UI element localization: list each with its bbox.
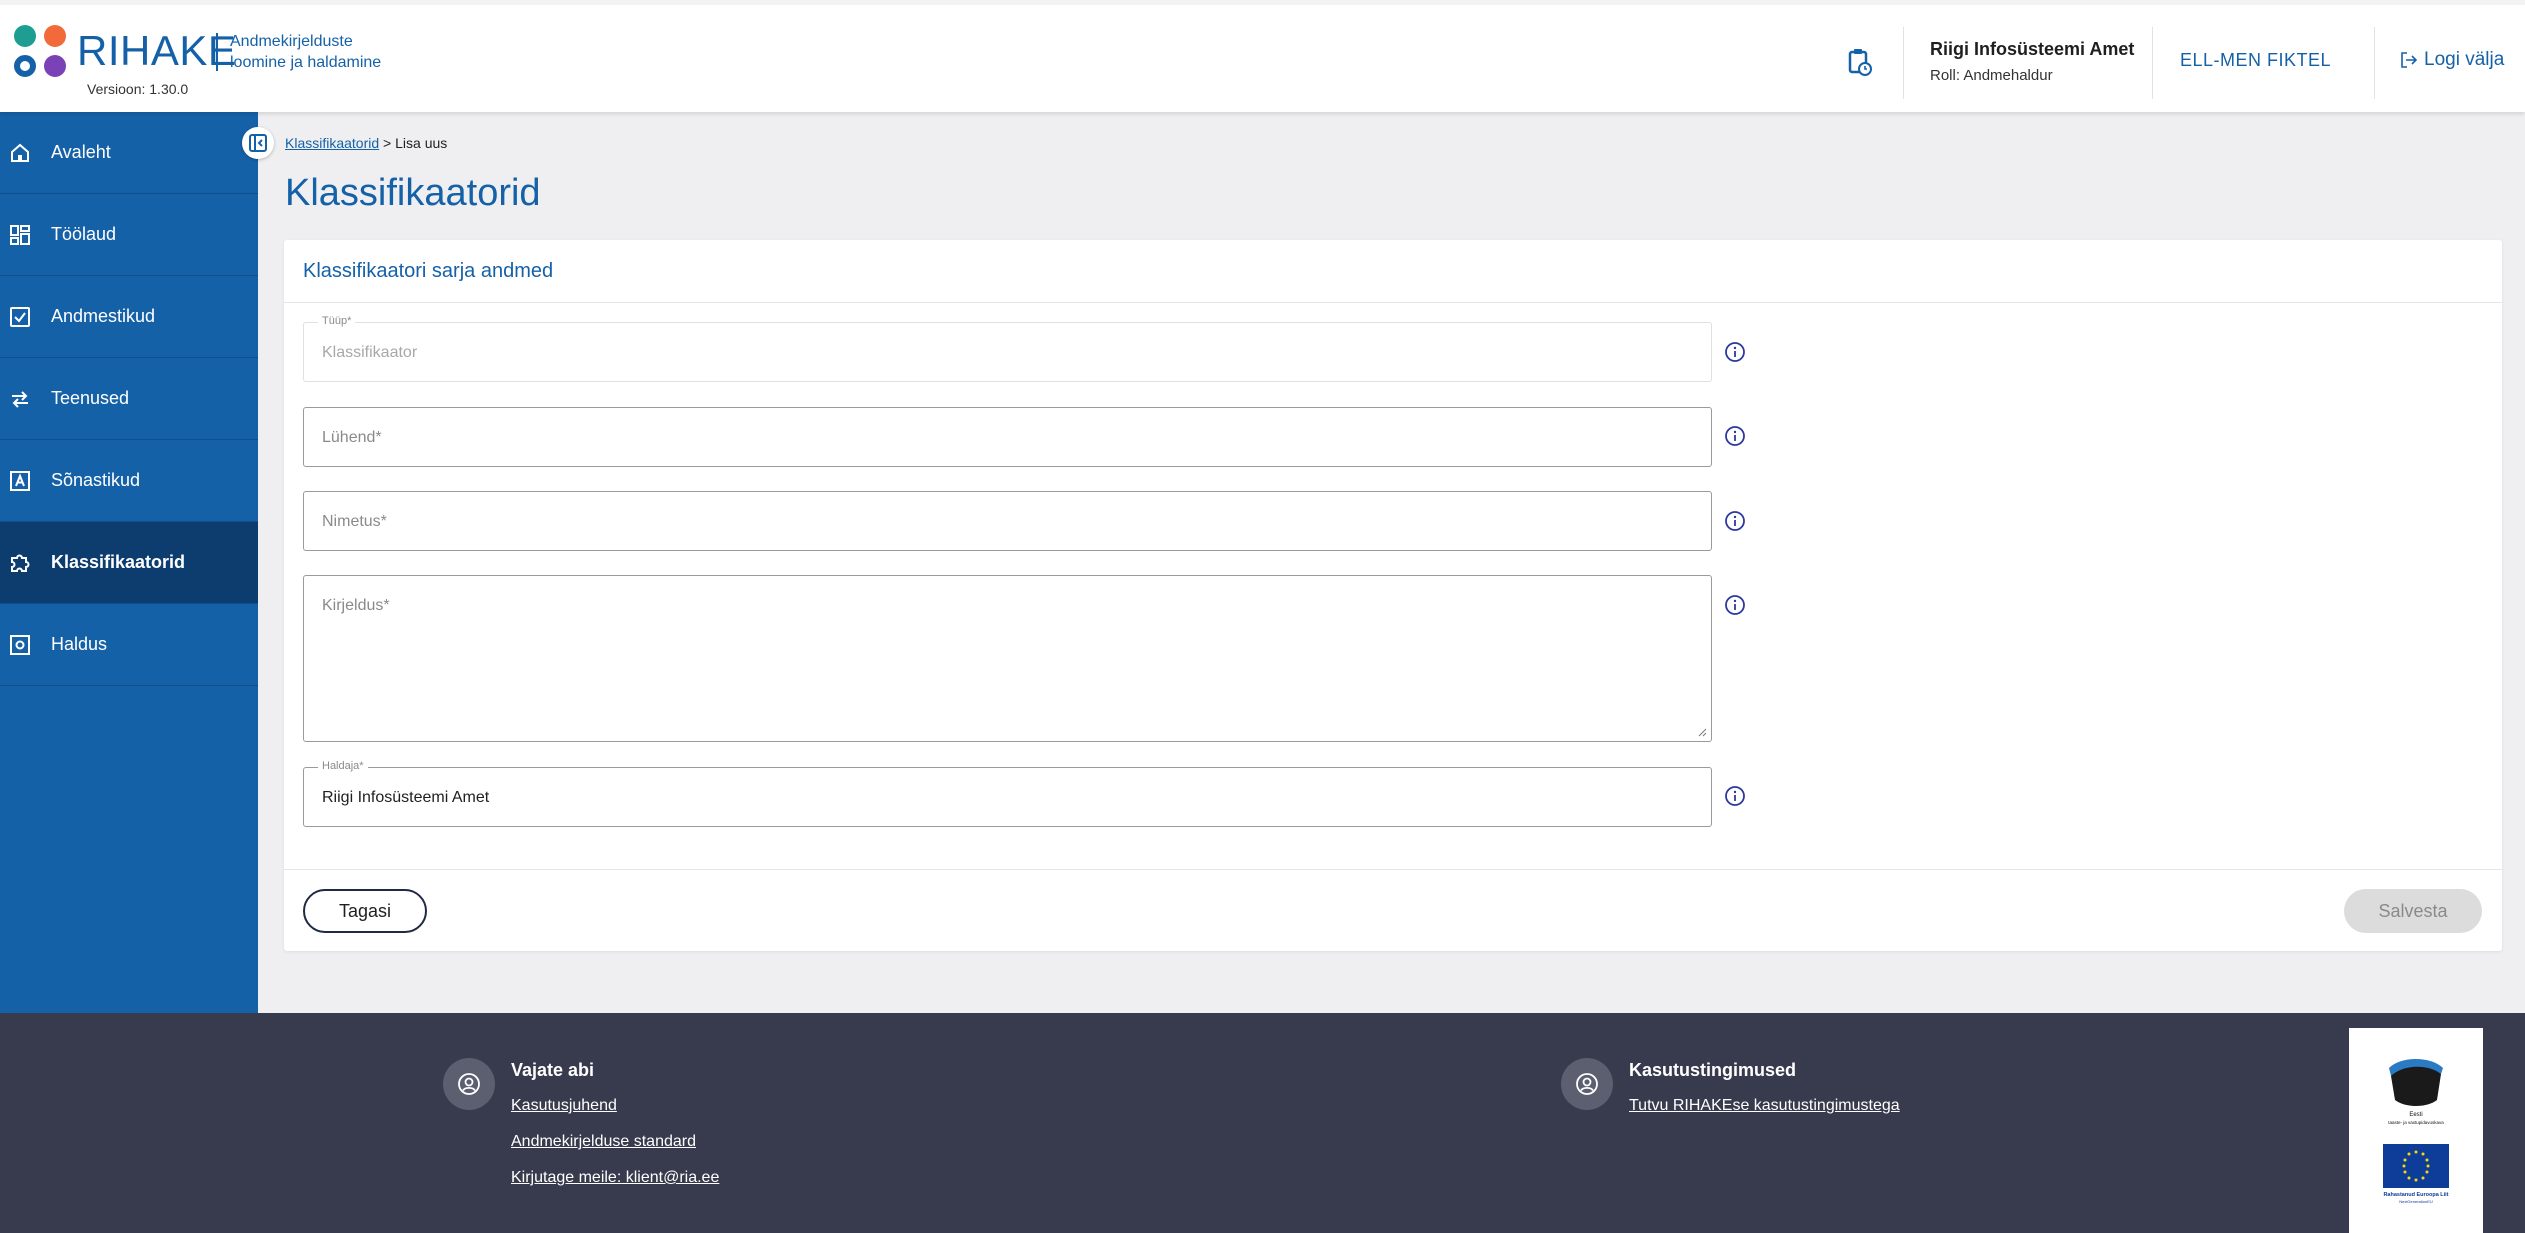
sidebar-item-label: Avaleht — [51, 142, 111, 162]
eu-logo-text-4: NextGenerationEU — [2399, 1199, 2433, 1204]
logo-divider — [216, 33, 218, 71]
abbreviation-placeholder: Lühend* — [322, 429, 382, 446]
top-header: RIHAKE Andmekirjelduste loomine ja halda… — [0, 0, 2525, 112]
user-circle-icon — [1561, 1058, 1613, 1110]
puzzle-icon — [11, 554, 30, 572]
recovery-plan-logo-icon: Eesti taaste- ja vastupidavuskava Rahast… — [2383, 1059, 2449, 1204]
eu-funding-logo: Eesti taaste- ja vastupidavuskava Rahast… — [2349, 1028, 2483, 1233]
header-divider — [2374, 27, 2375, 99]
logo-subtitle: Andmekirjelduste loomine ja haldamine — [230, 31, 410, 73]
description-textarea[interactable]: Kirjeldus* — [303, 575, 1712, 742]
divider — [284, 302, 2502, 303]
sidebar-item-klassifikaatorid[interactable]: Klassifikaatorid — [0, 522, 258, 604]
sidebar-item-label: Sõnastikud — [51, 470, 141, 490]
divider — [284, 869, 2502, 870]
info-icon[interactable] — [1724, 785, 1746, 807]
organization-name: Riigi Infosüsteemi Amet — [1930, 39, 2135, 59]
type-field-label: Tüüp* — [318, 315, 356, 327]
sidebar-item-avaleht[interactable]: Avaleht — [0, 112, 258, 194]
sidebar-item-toolaud[interactable]: Töölaud — [0, 194, 258, 276]
sidebar-item-andmestikud[interactable]: Andmestikud — [0, 276, 258, 358]
sidebar-item-label: Töölaud — [51, 224, 117, 244]
sidebar-item-haldus[interactable]: Haldus — [0, 604, 258, 686]
footer-link-email[interactable]: Kirjutage meile: klient@ria.ee — [511, 1169, 719, 1187]
clipboard-clock-icon[interactable] — [1848, 48, 1872, 76]
logo-subtitle-line-2: loomine ja haldamine — [230, 54, 382, 71]
footer-link-terms[interactable]: Tutvu RIHAKEse kasutustingimustega — [1629, 1097, 1900, 1115]
info-icon[interactable] — [1724, 510, 1746, 532]
sidebar-item-label: Andmestikud — [51, 306, 156, 326]
settings-box-icon — [10, 635, 30, 655]
logout-label: Logi välja — [2424, 49, 2505, 70]
version-label: Versioon: 1.30.0 — [87, 81, 189, 97]
eu-logo-text-2: taaste- ja vastupidavuskava — [2388, 1120, 2444, 1125]
info-icon[interactable] — [1724, 425, 1746, 447]
dictionary-icon — [10, 471, 30, 491]
user-circle-icon — [443, 1058, 495, 1110]
type-field-value: Klassifikaator — [322, 344, 418, 361]
sidebar-item-label: Klassifikaatorid — [51, 552, 186, 572]
sidebar-collapse-button[interactable] — [242, 127, 274, 159]
resize-handle-icon[interactable] — [1697, 727, 1707, 737]
breadcrumb-separator: > — [379, 135, 396, 151]
page-title: Klassifikaatorid — [285, 172, 541, 214]
sidebar-item-label: Teenused — [51, 388, 130, 408]
logo-text: RIHAKE — [77, 27, 237, 74]
footer-link-user-guide[interactable]: Kasutusjuhend — [511, 1097, 617, 1115]
logout-icon — [2401, 52, 2418, 68]
form-card: Klassifikaatori sarja andmed Tüüp* Klass… — [284, 240, 2502, 951]
save-button[interactable]: Salvesta — [2344, 889, 2482, 933]
info-icon[interactable] — [1724, 341, 1746, 363]
collapse-sidebar-icon — [249, 134, 267, 152]
swap-arrows-icon — [12, 391, 28, 408]
owner-value: Riigi Infosüsteemi Amet — [322, 789, 490, 806]
terms-title: Kasutustingimused — [1629, 1060, 1797, 1080]
eu-logo-text-3: Rahastanud Euroopa Liit — [2383, 1192, 2448, 1198]
checkbox-icon — [10, 307, 30, 327]
header-divider — [1903, 27, 1904, 99]
dashboard-icon — [10, 225, 30, 245]
logout-button[interactable]: Logi välja — [2400, 49, 2504, 71]
logo-subtitle-line-1: Andmekirjelduste — [230, 33, 353, 50]
owner-select[interactable]: Haldaja* Riigi Infosüsteemi Amet — [303, 760, 1712, 827]
header-divider — [2152, 27, 2153, 99]
section-title: Klassifikaatori sarja andmed — [303, 260, 554, 282]
eu-logo-text-1: Eesti — [2409, 1112, 2422, 1118]
user-role: Roll: Andmehaldur — [1930, 67, 2053, 84]
sidebar-item-teenused[interactable]: Teenused — [0, 358, 258, 440]
sidebar: Avaleht Töölaud Andmestikud Teenused Sõn… — [0, 112, 258, 1013]
rihake-logo-icon — [14, 25, 68, 79]
footer-link-standard[interactable]: Andmekirjelduse standard — [511, 1133, 696, 1151]
breadcrumb-link-klassifikaatorid[interactable]: Klassifikaatorid — [285, 135, 379, 151]
description-placeholder: Kirjeldus* — [322, 597, 390, 614]
owner-field-label: Haldaja* — [318, 760, 368, 772]
name-input[interactable]: Nimetus* — [303, 491, 1712, 551]
language-switch-button[interactable]: ELL-MEN FIKTEL — [2180, 50, 2331, 71]
breadcrumb: Klassifikaatorid > Lisa uus — [285, 135, 447, 151]
breadcrumb-current: Lisa uus — [395, 135, 448, 151]
footer: Vajate abi Kasutusjuhend Andmekirjelduse… — [0, 1013, 2525, 1233]
info-icon[interactable] — [1724, 594, 1746, 616]
name-placeholder: Nimetus* — [322, 513, 387, 530]
help-title: Vajate abi — [511, 1060, 595, 1080]
type-field: Tüüp* Klassifikaator — [303, 315, 1712, 382]
abbreviation-input[interactable]: Lühend* — [303, 407, 1712, 467]
home-icon — [11, 143, 29, 162]
sidebar-item-sonastikud[interactable]: Sõnastikud — [0, 440, 258, 522]
back-button[interactable]: Tagasi — [303, 889, 427, 933]
sidebar-item-label: Haldus — [51, 634, 108, 654]
